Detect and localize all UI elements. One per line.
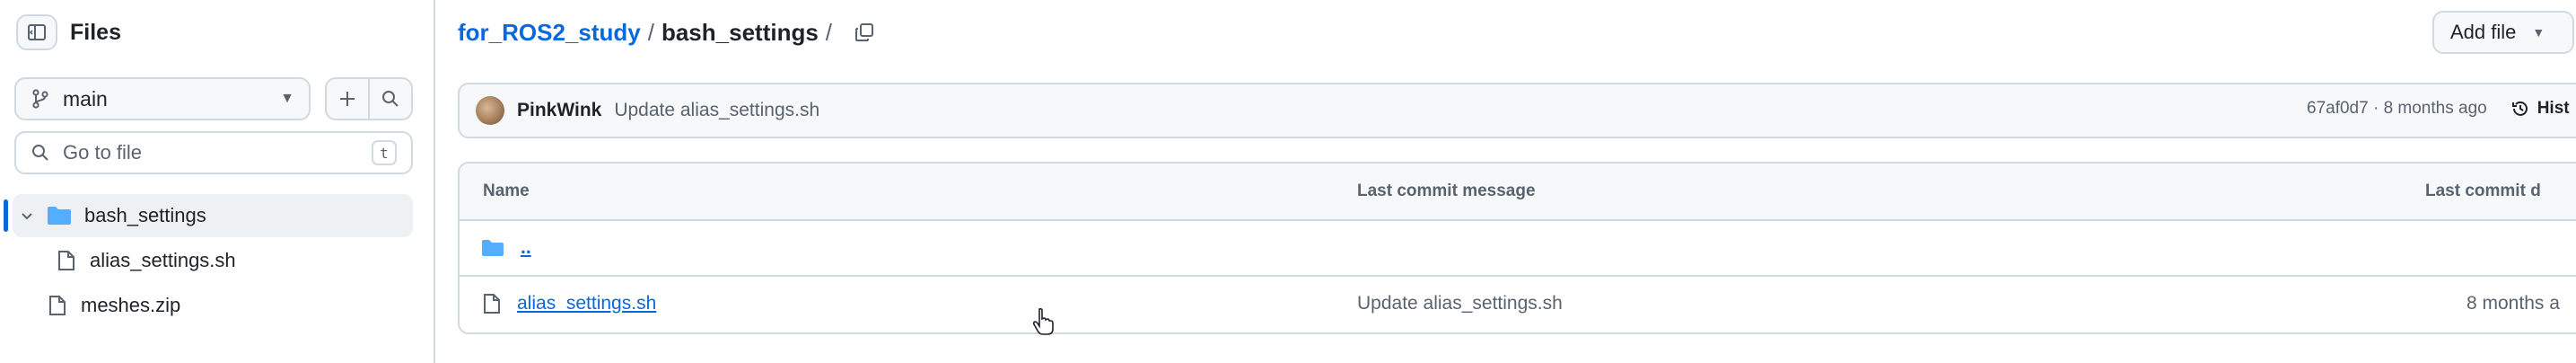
tree-item-label: bash_settings [84, 204, 206, 226]
file-tree-sidebar: Files main ▼ Go to file t bash_settings … [0, 0, 435, 363]
column-header-name: Name [483, 182, 530, 200]
branch-selector[interactable]: main ▼ [14, 77, 311, 120]
row-name-cell: .. [481, 237, 531, 259]
go-to-file-input[interactable]: Go to file t [14, 131, 413, 174]
tree-item-bash-settings[interactable]: bash_settings [13, 194, 413, 237]
file-link[interactable]: alias_settings.sh [517, 293, 656, 314]
branch-name: main [63, 86, 108, 111]
history-icon [2511, 101, 2528, 116]
file-icon [58, 251, 74, 270]
breadcrumb-repo-link[interactable]: for_ROS2_study [458, 16, 641, 49]
tree-item-meshes-zip[interactable]: meshes.zip [48, 284, 180, 327]
keyboard-shortcut-hint: t [372, 140, 397, 165]
add-file-label: Add file [2450, 21, 2517, 43]
row-commit-message[interactable]: Update alias_settings.sh [1357, 293, 1563, 314]
file-table: Name Last commit message Last commit d .… [458, 162, 2576, 334]
table-row[interactable]: .. [460, 221, 2576, 277]
breadcrumb: for_ROS2_study / bash_settings / [458, 16, 875, 49]
tree-item-label: meshes.zip [81, 294, 181, 316]
active-indicator [4, 199, 8, 232]
column-header-message: Last commit message [1357, 182, 1536, 200]
file-icon [484, 294, 500, 314]
commit-message[interactable]: Update alias_settings.sh [614, 100, 819, 121]
file-icon [49, 296, 66, 315]
breadcrumb-separator: / [647, 19, 654, 46]
breadcrumb-current: bash_settings [661, 19, 819, 46]
breadcrumb-separator: / [825, 19, 833, 46]
row-name-cell: alias_settings.sh [483, 293, 656, 314]
history-label: Hist [2537, 99, 2570, 118]
go-to-file-placeholder: Go to file [63, 141, 143, 164]
latest-commit-bar: PinkWink Update alias_settings.sh 67af0d… [458, 83, 2576, 138]
add-file-sidebar-button[interactable] [327, 79, 368, 119]
search-icon [382, 91, 399, 107]
app-window: Files main ▼ Go to file t bash_settings … [0, 0, 2576, 363]
commit-author[interactable]: PinkWink [517, 100, 601, 121]
git-branch-icon [32, 89, 48, 109]
search-files-button[interactable] [368, 79, 411, 119]
chevron-down-icon [22, 213, 32, 220]
search-icon [32, 145, 48, 161]
pointer-hand-cursor-icon [1032, 307, 1054, 335]
parent-directory-link[interactable]: .. [521, 237, 531, 259]
chevron-down-icon: ▼ [280, 91, 294, 106]
commit-hash-date[interactable]: 67af0d7 · 8 months ago [2307, 99, 2487, 119]
plus-icon [340, 92, 355, 106]
chevron-down-icon: ▼ [2532, 25, 2545, 40]
commit-meta: 67af0d7 · 8 months ago Hist [2307, 99, 2570, 119]
avatar[interactable] [476, 96, 504, 125]
copy-icon [855, 23, 874, 41]
copy-path-button[interactable] [854, 22, 875, 43]
tree-item-alias-settings[interactable]: alias_settings.sh [57, 239, 236, 282]
sidebar-collapse-icon [28, 24, 46, 40]
column-header-date: Last commit d [2425, 182, 2541, 200]
main-content: for_ROS2_study / bash_settings / Add fil… [458, 0, 2576, 363]
row-commit-date: 8 months a [2466, 293, 2560, 314]
sidebar-actions [325, 77, 413, 120]
history-button[interactable]: Hist [2510, 99, 2570, 119]
folder-open-icon [48, 207, 71, 225]
add-file-button[interactable]: Add file ▼ [2432, 11, 2574, 54]
table-row[interactable]: alias_settings.sh Update alias_settings.… [460, 277, 2576, 332]
folder-icon [482, 240, 504, 256]
tree-item-label: alias_settings.sh [90, 249, 236, 271]
sidebar-toggle-button[interactable] [16, 14, 57, 50]
sidebar-title: Files [70, 20, 121, 45]
table-header: Name Last commit message Last commit d [460, 164, 2576, 221]
